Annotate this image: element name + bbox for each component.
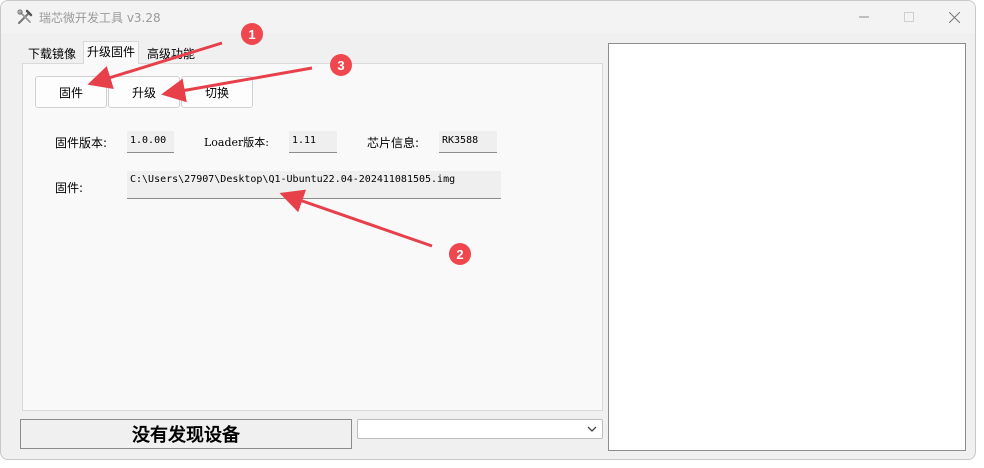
maximize-icon [904,12,914,22]
switch-button[interactable]: 切换 [181,76,253,108]
callout-1: 1 [241,23,263,45]
tab-advanced[interactable]: 高级功能 [144,44,199,64]
chip-info-field: RK3588 [439,131,497,153]
title-bar: 瑞芯微开发工具 v3.28 [1,1,975,33]
upgrade-button[interactable]: 升级 [108,76,180,108]
app-window: 瑞芯微开发工具 v3.28 下载镜像 升级固件 高级功能 固件 升级 切换 固件… [0,0,976,460]
callout-2: 2 [449,243,471,265]
chevron-down-icon [587,423,597,437]
callout-3: 3 [330,54,352,76]
window-title: 瑞芯微开发工具 v3.28 [39,11,161,25]
loader-version-label: Loader版本: [204,136,270,149]
device-select[interactable] [357,419,603,439]
device-status: 没有发现设备 [20,419,352,449]
close-button[interactable] [931,1,975,33]
tools-icon [16,8,34,26]
close-icon [948,11,960,23]
firmware-version-label: 固件版本: [55,136,108,150]
log-pane[interactable] [608,43,966,451]
firmware-path-label: 固件: [55,181,84,195]
minimize-button[interactable] [841,1,887,33]
firmware-path-field: C:\Users\27907\Desktop\Q1-Ubuntu22.04-20… [127,171,501,199]
minimize-icon [859,16,869,18]
upgrade-firmware-panel [22,63,603,411]
firmware-button[interactable]: 固件 [35,76,107,108]
tab-upgrade-firmware[interactable]: 升级固件 [83,41,140,64]
loader-version-field: 1.11 [289,131,337,153]
firmware-version-field: 1.0.00 [127,131,174,153]
maximize-button[interactable] [886,1,932,33]
tab-download-image[interactable]: 下载镜像 [25,44,80,64]
chip-info-label: 芯片信息: [367,136,420,150]
